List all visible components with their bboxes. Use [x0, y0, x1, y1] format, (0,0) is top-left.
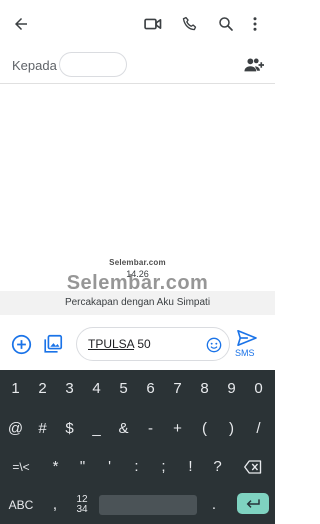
space-key[interactable]: [99, 495, 197, 515]
key-comma[interactable]: ,: [42, 490, 68, 520]
phone-icon[interactable]: [178, 12, 202, 36]
key-hash[interactable]: #: [29, 414, 56, 444]
video-call-icon[interactable]: [141, 12, 165, 36]
numpad-bottom: 34: [76, 504, 88, 515]
key-2[interactable]: 2: [29, 374, 56, 404]
recipient-bar: Kepada: [0, 48, 275, 84]
key-3[interactable]: 3: [56, 374, 83, 404]
key-slash[interactable]: /: [245, 414, 272, 444]
key-plus[interactable]: +: [164, 414, 191, 444]
message-text: TPULSA 50: [88, 337, 151, 351]
search-icon[interactable]: [214, 12, 238, 36]
compose-bar: TPULSA 50 SMS: [0, 315, 275, 370]
symbol-keyboard: 1 2 3 4 5 6 7 8 9 0 @ # $ _ & - + ( ) / …: [0, 370, 275, 524]
more-vert-icon[interactable]: [243, 12, 267, 36]
message-input[interactable]: TPULSA 50: [76, 327, 230, 361]
key-more-symbols[interactable]: =\<: [4, 452, 38, 482]
key-semicolon[interactable]: ;: [150, 452, 177, 482]
recipient-input[interactable]: [59, 52, 127, 77]
key-question[interactable]: ?: [204, 452, 231, 482]
to-label: Kepada: [12, 58, 57, 73]
backspace-key[interactable]: [238, 452, 268, 482]
key-abc[interactable]: ABC: [4, 490, 38, 520]
send-sms-button[interactable]: SMS: [234, 329, 260, 365]
watermark-small: Selembar.com: [109, 258, 166, 267]
key-5[interactable]: 5: [110, 374, 137, 404]
emoji-icon[interactable]: [206, 337, 222, 353]
key-minus[interactable]: -: [137, 414, 164, 444]
key-0[interactable]: 0: [245, 374, 272, 404]
key-colon[interactable]: :: [123, 452, 150, 482]
key-single-quote[interactable]: ': [96, 452, 123, 482]
key-dollar[interactable]: $: [56, 414, 83, 444]
add-attachment-icon[interactable]: [11, 334, 32, 355]
key-7[interactable]: 7: [164, 374, 191, 404]
key-underscore[interactable]: _: [83, 414, 110, 444]
send-label: SMS: [235, 348, 255, 358]
enter-icon: [246, 498, 260, 508]
key-8[interactable]: 8: [191, 374, 218, 404]
key-at[interactable]: @: [2, 414, 29, 444]
gallery-icon[interactable]: [42, 333, 64, 355]
key-9[interactable]: 9: [218, 374, 245, 404]
key-close-paren[interactable]: ): [218, 414, 245, 444]
key-double-quote[interactable]: ": [69, 452, 96, 482]
key-4[interactable]: 4: [83, 374, 110, 404]
key-period[interactable]: .: [200, 490, 228, 520]
key-1[interactable]: 1: [2, 374, 29, 404]
send-icon: [237, 329, 257, 347]
key-numpad[interactable]: 12 34: [68, 490, 96, 520]
backspace-icon: [244, 460, 262, 474]
key-asterisk[interactable]: *: [42, 452, 69, 482]
app-bar: [0, 0, 275, 48]
key-6[interactable]: 6: [137, 374, 164, 404]
key-open-paren[interactable]: (: [191, 414, 218, 444]
add-people-icon[interactable]: [243, 55, 265, 75]
conversation-with-banner: Percakapan dengan Aku Simpati: [0, 291, 275, 315]
enter-key[interactable]: [237, 493, 269, 514]
arrow-back-icon[interactable]: [9, 12, 33, 36]
key-exclamation[interactable]: !: [177, 452, 204, 482]
key-ampersand[interactable]: &: [110, 414, 137, 444]
